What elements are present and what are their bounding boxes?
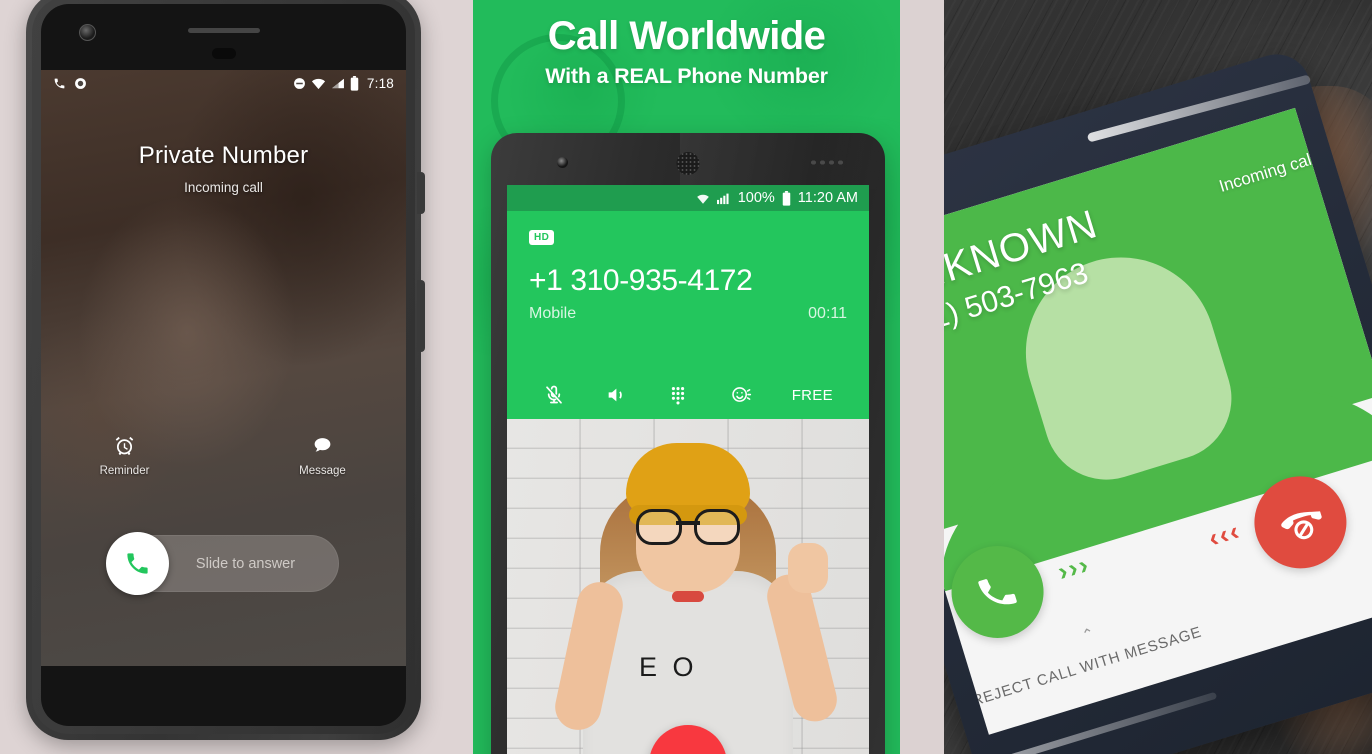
volume-button[interactable]	[417, 280, 425, 352]
phone-screen: 100% 11:20 AM HD +1 310-935-4172 Mobile …	[507, 185, 869, 754]
panel-private-number: 7:18 Private Number Incoming call Remind…	[0, 0, 473, 754]
message-label: Message	[299, 465, 346, 477]
earpiece-speaker	[187, 28, 260, 33]
front-camera-icon	[79, 24, 96, 41]
hang-up-icon	[1273, 495, 1328, 550]
status-time: 11:20 AM	[797, 190, 858, 206]
panel-call-worldwide-promo: Call Worldwide With a REAL Phone Number …	[473, 0, 900, 754]
speech-bubble-icon	[312, 435, 333, 456]
mic-off-icon[interactable]	[543, 384, 565, 406]
front-camera-icon	[557, 157, 568, 168]
status-time: 7:18	[366, 75, 394, 91]
do-not-disturb-icon	[293, 77, 306, 90]
status-bar: 7:18	[41, 70, 406, 96]
promo-headline: Call Worldwide	[547, 14, 826, 58]
status-bar: 100% 11:20 AM	[507, 185, 869, 211]
promo-headline-block: Call Worldwide With a REAL Phone Number	[473, 16, 900, 89]
signal-icon	[716, 192, 731, 205]
reminder-button[interactable]: Reminder	[82, 435, 168, 477]
caller-name: Private Number	[138, 142, 309, 169]
earpiece-grille	[676, 152, 700, 175]
battery-icon	[782, 190, 791, 206]
emoji-icon[interactable]	[730, 384, 752, 406]
call-duration: 00:11	[808, 305, 847, 322]
promo-subheadline: With a REAL Phone Number	[545, 63, 828, 88]
wifi-icon	[311, 77, 326, 90]
phone-frame-moto: UNKNOWN (251) 503-7963 Incoming call ›››	[944, 45, 1372, 754]
video-call-area: E O	[507, 419, 869, 754]
message-button[interactable]: Message	[280, 435, 366, 477]
call-meta: Mobile 00:11	[529, 305, 847, 323]
phone-frame-pixel: 7:18 Private Number Incoming call Remind…	[26, 0, 425, 740]
sensor-array	[809, 159, 845, 166]
record-icon	[74, 77, 87, 90]
phone-frame-nexus: 100% 11:20 AM HD +1 310-935-4172 Mobile …	[491, 133, 885, 754]
glasses-lens-left	[636, 509, 682, 545]
phone-handset-icon	[971, 566, 1023, 618]
call-quick-actions: Reminder Message	[41, 435, 406, 477]
call-line-type: Mobile	[529, 305, 577, 322]
phone-glass: 7:18 Private Number Incoming call Remind…	[41, 4, 406, 726]
shirt-print: E O	[639, 652, 698, 682]
hang-up-icon	[671, 747, 705, 754]
glasses	[636, 509, 740, 545]
battery-percent: 100%	[737, 190, 775, 206]
slide-to-answer-slider[interactable]: Slide to answer	[105, 532, 339, 595]
alarm-clock-icon	[114, 435, 135, 456]
call-controls-bar: FREE	[507, 371, 869, 419]
dialpad-icon[interactable]	[667, 384, 689, 406]
reminder-label: Reminder	[99, 465, 150, 477]
answer-knob[interactable]	[105, 532, 169, 595]
glasses-lens-right	[694, 509, 740, 545]
slide-to-answer-label: Slide to answer	[195, 555, 296, 572]
hd-badge: HD	[529, 230, 555, 245]
free-label: FREE	[791, 386, 833, 404]
beanie-hat	[626, 443, 750, 525]
glasses-bridge	[676, 521, 700, 525]
bezel-highlight	[680, 133, 885, 189]
panel-unknown-incoming-call: UNKNOWN (251) 503-7963 Incoming call ›››	[944, 0, 1372, 754]
call-state-label: Incoming call	[184, 180, 263, 195]
power-button[interactable]	[417, 172, 425, 214]
decline-chevrons: ‹‹‹	[1204, 515, 1245, 554]
call-number: +1 310-935-4172	[529, 264, 753, 297]
phone-handset-icon	[124, 550, 151, 577]
caller-photo: E O	[548, 431, 842, 754]
swipe-up-caret: ⌃	[1079, 624, 1097, 645]
battery-icon	[350, 75, 359, 91]
screenshot-root: 7:18 Private Number Incoming call Remind…	[0, 0, 1372, 754]
signal-icon	[331, 77, 345, 90]
phone-screen: 7:18 Private Number Incoming call Remind…	[41, 70, 406, 666]
phone-icon	[53, 77, 66, 90]
wifi-icon	[696, 192, 710, 205]
lips	[672, 591, 704, 602]
hand-gesture	[788, 543, 828, 593]
active-call-header: HD +1 310-935-4172 Mobile 00:11	[507, 211, 869, 371]
speaker-icon[interactable]	[605, 384, 627, 406]
phone-screen: UNKNOWN (251) 503-7963 Incoming call ›››	[944, 107, 1372, 735]
proximity-sensor	[211, 48, 236, 59]
